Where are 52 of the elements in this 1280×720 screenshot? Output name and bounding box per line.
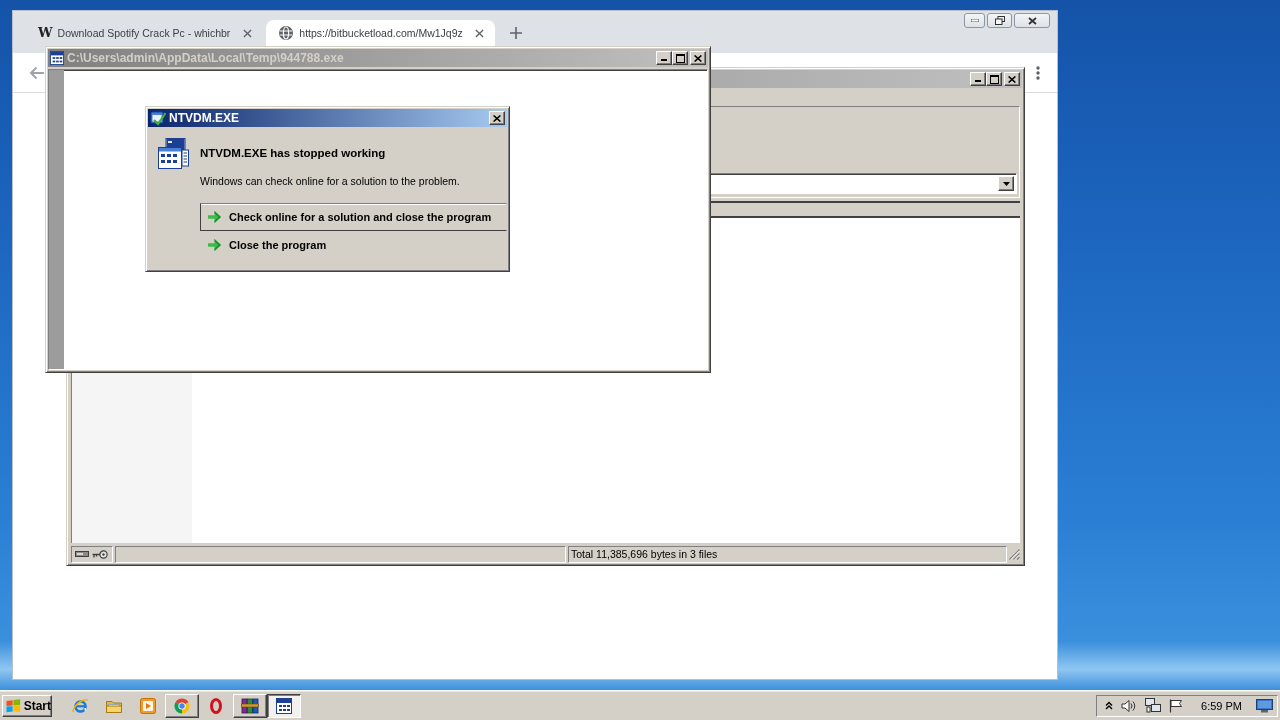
- arrow-icon: [208, 211, 221, 223]
- caret-down-icon: [1002, 181, 1010, 186]
- flag-icon[interactable]: [1169, 698, 1184, 713]
- clock: 6:59 PM: [1201, 699, 1242, 712]
- window-title: C:\Users\admin\AppData\Local\Temp\944788.exe: [67, 51, 344, 65]
- books-icon[interactable]: [241, 697, 259, 714]
- site-logo: W: [38, 25, 53, 41]
- ring-logo-icon[interactable]: [210, 697, 222, 714]
- globe-icon: [278, 25, 295, 41]
- status-text: Total 11,385,696 bytes in 3 files: [568, 545, 1007, 563]
- arrow-icon: [208, 239, 221, 251]
- drive-icon: [75, 551, 89, 557]
- e-logo-icon[interactable]: [71, 697, 89, 714]
- menu-icon[interactable]: [1036, 65, 1040, 80]
- browser-tab[interactable]: W Download Spotify Crack Pc - whichbr: [26, 20, 263, 46]
- console-app-icon: [158, 138, 189, 169]
- command-link[interactable]: Check online for a solution and close the program: [200, 203, 507, 231]
- close-button[interactable]: [1014, 13, 1050, 28]
- close-icon: [493, 114, 501, 122]
- maximize-icon: [675, 53, 685, 63]
- size-grip-icon[interactable]: [1009, 548, 1020, 560]
- error-message: Windows can check online for a solution to the problem.: [200, 174, 460, 188]
- browser-tab[interactable]: https://bitbucketload.com/Mw1Jq9z: [266, 20, 495, 46]
- minimize-icon: [661, 59, 667, 61]
- restore-button[interactable]: [987, 13, 1012, 28]
- maximize-icon: [989, 74, 999, 84]
- plus-icon: [509, 27, 522, 39]
- chevron-up-icon[interactable]: [1105, 701, 1114, 710]
- folder-icon[interactable]: [106, 698, 122, 713]
- speaker-icon[interactable]: [1121, 698, 1138, 713]
- network-icon[interactable]: [1145, 698, 1162, 713]
- console-app-icon: [50, 51, 64, 65]
- flag-logo-icon: [6, 698, 21, 713]
- console-app-icon[interactable]: [276, 697, 292, 714]
- restore-icon: [994, 16, 1005, 25]
- close-icon: [475, 28, 485, 38]
- key-icon: [92, 549, 108, 559]
- monitor-icon[interactable]: [1256, 698, 1273, 713]
- start-button[interactable]: Start: [2, 694, 52, 717]
- command-link[interactable]: Close the program: [200, 235, 507, 255]
- dialog-title: NTVDM.EXE: [169, 111, 239, 125]
- close-icon: [242, 28, 252, 38]
- play-icon[interactable]: [140, 697, 156, 714]
- taskbar-button[interactable]: [267, 693, 301, 718]
- app-icon: [150, 110, 166, 126]
- close-icon: [1027, 16, 1037, 25]
- error-heading: NTVDM.EXE has stopped working: [200, 146, 387, 160]
- dropdown-button[interactable]: [998, 176, 1014, 191]
- close-icon: [694, 54, 702, 62]
- close-icon: [1008, 75, 1016, 83]
- minimize-icon: [975, 80, 981, 82]
- minimize-icon: [970, 19, 979, 22]
